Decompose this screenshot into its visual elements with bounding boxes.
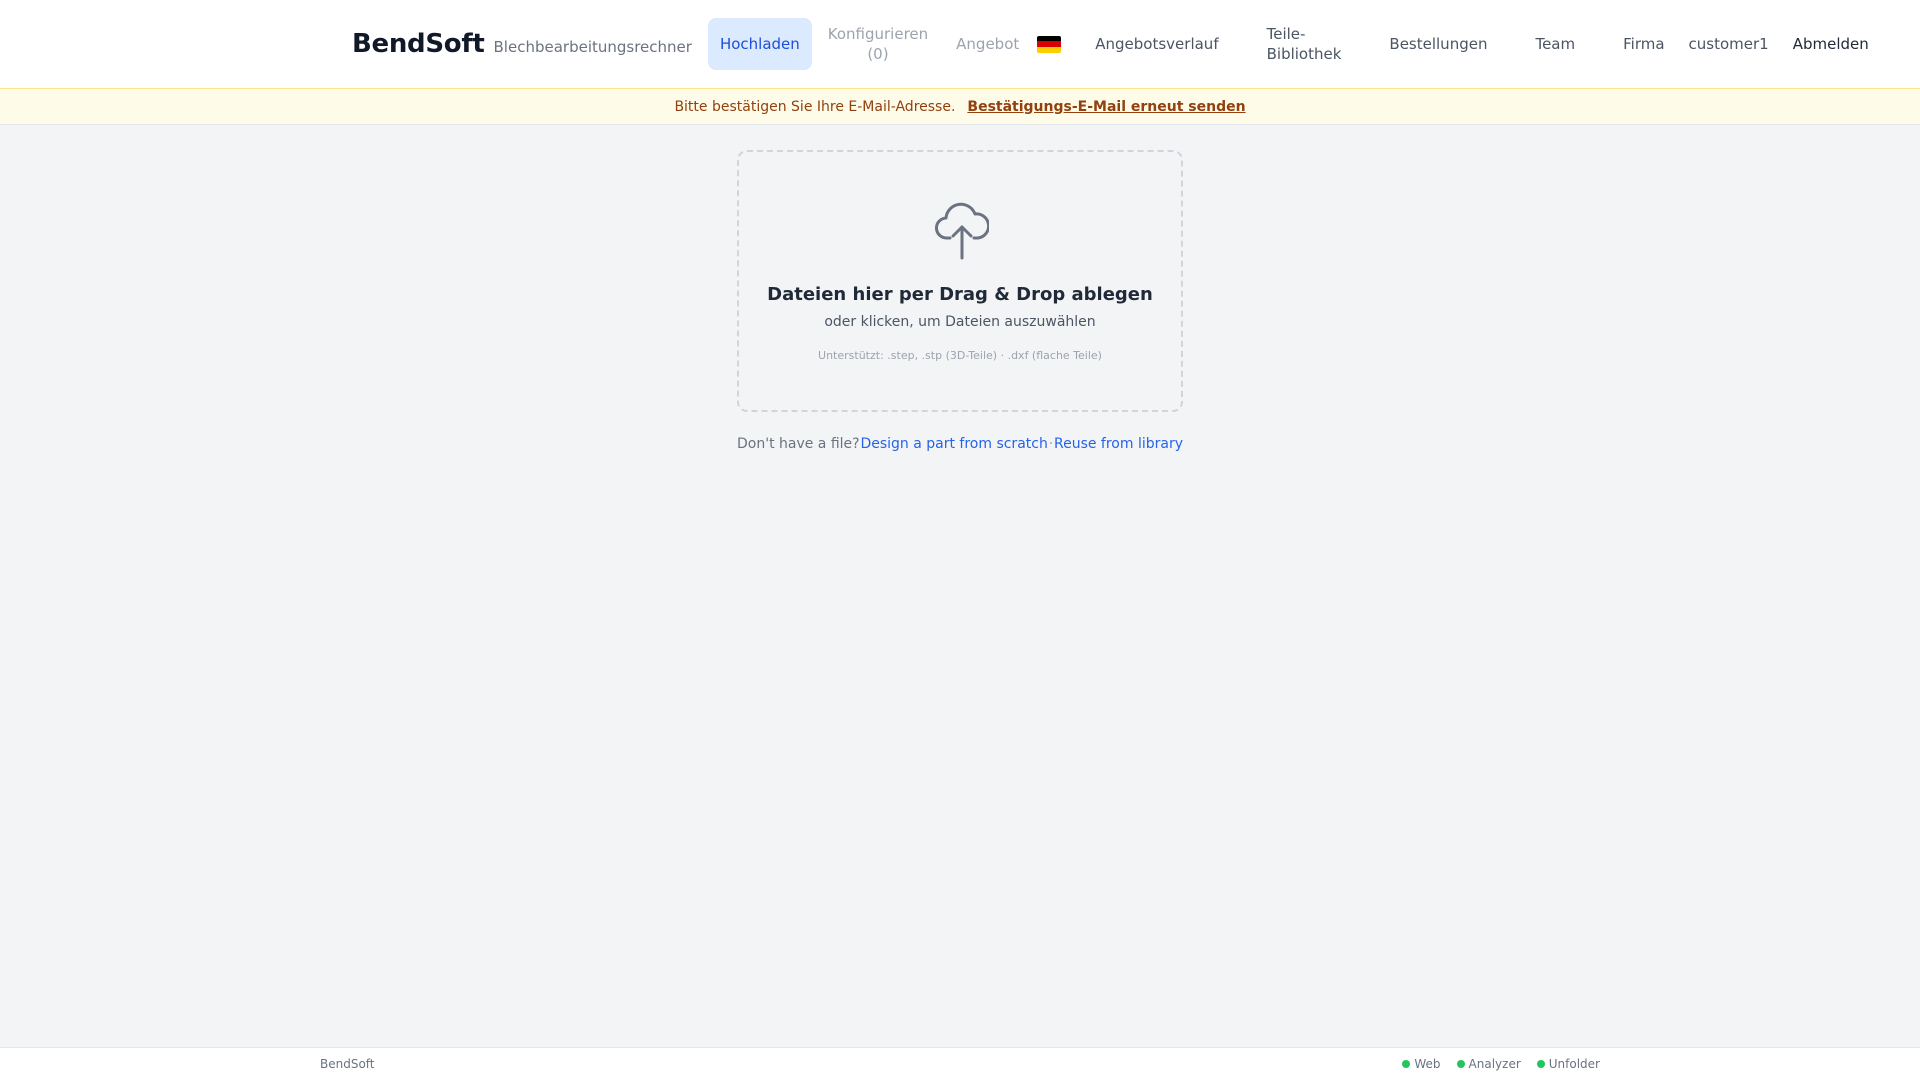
top-header: BendSoft Blechbearbeitungsrechner Hochla… [0, 0, 1920, 88]
status-web-label: Web [1414, 1057, 1441, 1071]
header-inner: BendSoft Blechbearbeitungsrechner Hochla… [352, 0, 1869, 88]
nav-orders-label: Bestellungen [1389, 35, 1488, 53]
nav-quote-history[interactable]: Angebotsverlauf [1083, 34, 1230, 54]
design-part-link[interactable]: Design a part from scratch [860, 436, 1047, 452]
status-dot-icon [1456, 1060, 1465, 1068]
nav-configure-count: (0) [867, 45, 889, 63]
status-analyzer-label: Analyzer [1468, 1057, 1521, 1071]
nav-upload[interactable]: Hochladen [707, 18, 812, 70]
app-subtitle: Blechbearbeitungsrechner [493, 37, 692, 56]
nav-user-label: customer1 [1688, 35, 1769, 53]
separator-dot: · [1048, 436, 1054, 452]
status-analyzer: Analyzer [1456, 1057, 1521, 1071]
nav-quote[interactable]: Angebot [944, 34, 1031, 54]
status-unfolder-label: Unfolder [1548, 1057, 1600, 1071]
main-nav: Hochladen Konfigurieren (0) Angebot Ange… [707, 0, 1881, 88]
alternatives-row: Don't have a file? Design a part from sc… [737, 436, 1183, 452]
footer-brand: BendSoft [320, 1057, 375, 1071]
brand-logo[interactable]: BendSoft [352, 29, 485, 59]
status-web: Web [1402, 1057, 1441, 1071]
nav-parts-library-label-1: Teile- [1266, 25, 1306, 43]
banner-text: Bitte bestätigen Sie Ihre E-Mail-Adresse… [674, 98, 956, 115]
email-verification-banner: Bitte bestätigen Sie Ihre E-Mail-Adresse… [0, 88, 1920, 125]
resend-verification-link[interactable]: Bestätigungs-E-Mail erneut senden [967, 99, 1245, 115]
nav-team-label: Team [1535, 35, 1576, 53]
cloud-upload-icon [935, 202, 989, 260]
language-flag-icon[interactable] [1037, 35, 1062, 53]
dropzone-title: Dateien hier per Drag & Drop ablegen [767, 284, 1153, 305]
file-dropzone[interactable]: Dateien hier per Drag & Drop ablegen ode… [737, 150, 1183, 412]
logout-label: Abmelden [1792, 35, 1869, 53]
nav-upload-label: Hochladen [719, 35, 800, 53]
nav-user[interactable]: customer1 [1677, 34, 1781, 54]
status-dot-icon [1536, 1060, 1545, 1068]
nav-configure-label: Konfigurieren [827, 25, 929, 43]
reuse-library-link[interactable]: Reuse from library [1054, 436, 1183, 452]
nav-quote-history-label: Angebotsverlauf [1095, 35, 1219, 53]
status-unfolder: Unfolder [1536, 1057, 1600, 1071]
nav-team[interactable]: Team [1523, 34, 1587, 54]
nav-quote-label: Angebot [956, 35, 1020, 53]
footer: BendSoft Web Analyzer Unfolder [0, 1047, 1920, 1080]
status-dot-icon [1402, 1060, 1411, 1068]
no-file-label: Don't have a file? [737, 436, 860, 452]
nav-parts-library-label-2: Bibliothek [1266, 45, 1342, 63]
nav-parts-library[interactable]: Teile- Bibliothek [1255, 24, 1354, 64]
nav-company-label: Firma [1623, 35, 1665, 53]
logout-button[interactable]: Abmelden [1781, 34, 1881, 54]
nav-configure[interactable]: Konfigurieren (0) [816, 24, 940, 64]
dropzone-subtitle: oder klicken, um Dateien auszuwählen [824, 314, 1096, 330]
nav-orders[interactable]: Bestellungen [1377, 34, 1499, 54]
service-status-list: Web Analyzer Unfolder [1402, 1057, 1600, 1071]
nav-company[interactable]: Firma [1611, 34, 1676, 54]
supported-formats-hint: Unterstützt: .step, .stp (3D-Teile) · .d… [818, 349, 1102, 362]
